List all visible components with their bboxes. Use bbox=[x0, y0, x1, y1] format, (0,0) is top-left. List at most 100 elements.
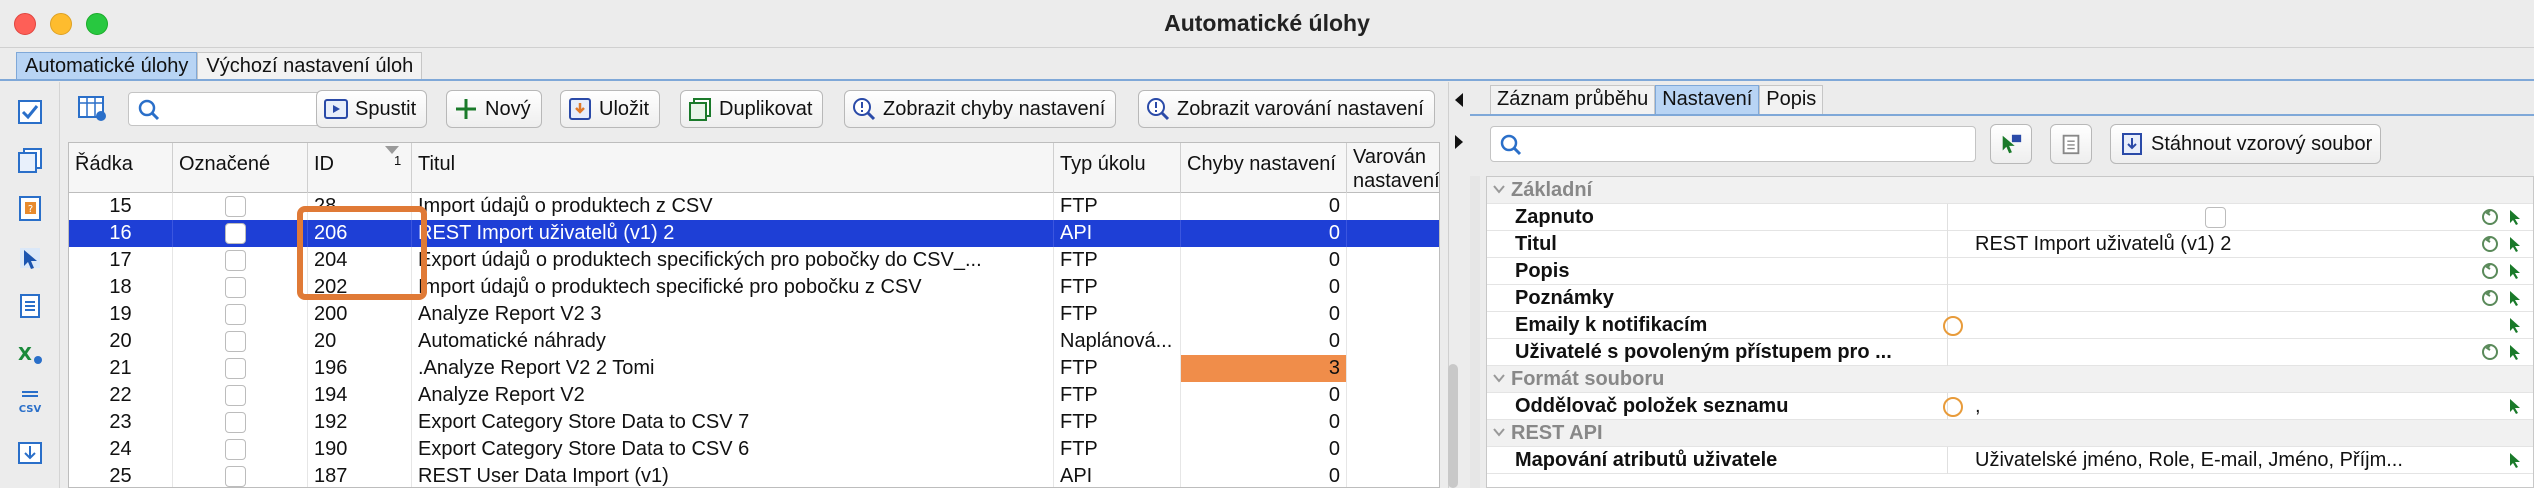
table-row[interactable]: 23 192 Export Category Store Data to CSV… bbox=[69, 409, 1439, 436]
property-value-input[interactable] bbox=[1975, 312, 2455, 339]
property-row-oddelovac[interactable]: Oddělovač položek seznamu , bbox=[1487, 393, 2533, 420]
marked-checkbox[interactable] bbox=[225, 439, 246, 460]
pick-icon[interactable] bbox=[2507, 235, 2525, 253]
property-row-mapovani[interactable]: Mapování atributů uživatele Uživatelské … bbox=[1487, 447, 2533, 474]
column-header-id[interactable]: ID 1 bbox=[308, 143, 412, 193]
property-row-emaily[interactable]: Emaily k notifikacím bbox=[1487, 312, 2533, 339]
table-row[interactable]: 24 190 Export Category Store Data to CSV… bbox=[69, 436, 1439, 463]
table-row[interactable]: 15 28 Import údajů o produktech z CSV FT… bbox=[69, 193, 1439, 220]
property-group-rest-api[interactable]: REST API bbox=[1487, 420, 2533, 447]
reset-icon[interactable] bbox=[2481, 235, 2499, 253]
download-sample-file-button[interactable]: Stáhnout vzorový soubor bbox=[2110, 124, 2382, 164]
pick-icon[interactable] bbox=[2507, 289, 2525, 307]
table-row[interactable]: 20 20 Automatické náhrady Naplánová... 0 bbox=[69, 328, 1439, 355]
tab-nastaveni[interactable]: Nastavení bbox=[1655, 85, 1760, 115]
tab-popis[interactable]: Popis bbox=[1759, 85, 1824, 115]
checklist-icon[interactable] bbox=[14, 96, 46, 128]
table-settings-icon[interactable] bbox=[76, 92, 108, 124]
select-tool-button[interactable] bbox=[1990, 124, 2032, 164]
marked-checkbox[interactable] bbox=[225, 196, 246, 217]
property-value-input[interactable] bbox=[1975, 258, 2455, 285]
tab-underline bbox=[0, 79, 2534, 81]
excel-export-icon[interactable]: X bbox=[14, 338, 46, 370]
window-title: Automatické úlohy bbox=[1164, 10, 1370, 36]
property-group-format-souboru[interactable]: Formát souboru bbox=[1487, 366, 2533, 393]
marked-checkbox[interactable] bbox=[225, 466, 246, 487]
marked-checkbox[interactable] bbox=[225, 385, 246, 406]
pick-icon[interactable] bbox=[2507, 397, 2525, 415]
reset-icon[interactable] bbox=[2481, 289, 2499, 307]
chevron-down-icon[interactable] bbox=[1493, 185, 1505, 195]
property-value-input[interactable]: , bbox=[1975, 393, 2455, 420]
table-row[interactable]: 18 202 Import údajů o produktech specifi… bbox=[69, 274, 1439, 301]
copy-settings-button[interactable] bbox=[2050, 124, 2092, 164]
document-list-icon[interactable] bbox=[14, 290, 46, 322]
enabled-checkbox[interactable] bbox=[2205, 207, 2226, 228]
property-row-zapnuto[interactable]: Zapnuto bbox=[1487, 204, 2533, 231]
cursor-select-icon[interactable] bbox=[14, 242, 46, 274]
duplicate-button[interactable]: Duplikovat bbox=[680, 90, 824, 128]
new-button[interactable]: Nový bbox=[446, 90, 542, 128]
title-cell: Export Category Store Data to CSV 6 bbox=[412, 436, 1054, 463]
property-row-popis[interactable]: Popis bbox=[1487, 258, 2533, 285]
table-row[interactable]: 22 194 Analyze Report V2 FTP 0 bbox=[69, 382, 1439, 409]
tab-automaticke-ulohy[interactable]: Automatické úlohy bbox=[16, 52, 198, 80]
import-icon[interactable] bbox=[14, 436, 46, 468]
column-header-titul[interactable]: Titul bbox=[412, 143, 1054, 193]
property-value-input[interactable] bbox=[1975, 339, 2455, 366]
pick-icon[interactable] bbox=[2507, 208, 2525, 226]
tab-vychozi-nastaveni-uloh[interactable]: Výchozí nastavení úloh bbox=[197, 52, 423, 80]
show-errors-button[interactable]: Zobrazit chyby nastavení bbox=[844, 90, 1117, 128]
marked-checkbox[interactable] bbox=[225, 277, 246, 298]
save-button[interactable]: Uložit bbox=[560, 90, 661, 128]
inherited-marker-icon[interactable] bbox=[1943, 397, 1963, 417]
search-icon bbox=[138, 99, 160, 121]
pick-icon[interactable] bbox=[2507, 343, 2525, 361]
marked-checkbox[interactable] bbox=[225, 223, 246, 244]
reset-icon[interactable] bbox=[2481, 262, 2499, 280]
property-value-input[interactable] bbox=[1975, 285, 2455, 312]
type-cell: FTP bbox=[1054, 193, 1181, 220]
copy-icon[interactable] bbox=[14, 144, 46, 176]
marked-checkbox[interactable] bbox=[225, 331, 246, 352]
marked-checkbox[interactable] bbox=[225, 412, 246, 433]
collapse-right-icon[interactable] bbox=[1453, 134, 1465, 150]
chevron-down-icon[interactable] bbox=[1493, 428, 1505, 438]
marked-checkbox[interactable] bbox=[225, 304, 246, 325]
property-row-uzivatele[interactable]: Uživatelé s povoleným přístupem pro ... bbox=[1487, 339, 2533, 366]
property-value-input[interactable]: REST Import uživatelů (v1) 2 bbox=[1975, 231, 2455, 258]
help-document-icon[interactable]: ? bbox=[14, 192, 46, 224]
pick-icon[interactable] bbox=[2507, 316, 2525, 334]
chevron-down-icon[interactable] bbox=[1493, 374, 1505, 384]
settings-search-input[interactable] bbox=[1490, 126, 1976, 162]
marked-checkbox[interactable] bbox=[225, 250, 246, 271]
table-row[interactable]: 19 200 Analyze Report V2 3 FTP 0 bbox=[69, 301, 1439, 328]
pick-icon[interactable] bbox=[2507, 451, 2525, 469]
property-value-input[interactable]: Uživatelské jméno, Role, E-mail, Jméno, … bbox=[1975, 447, 2455, 474]
property-row-titul[interactable]: Titul REST Import uživatelů (v1) 2 bbox=[1487, 231, 2533, 258]
column-header-typ[interactable]: Typ úkolu bbox=[1054, 143, 1181, 193]
inherited-marker-icon[interactable] bbox=[1943, 316, 1963, 336]
property-group-zakladni[interactable]: Základní bbox=[1487, 177, 2533, 204]
reset-icon[interactable] bbox=[2481, 343, 2499, 361]
plus-icon bbox=[456, 99, 476, 119]
table-row[interactable]: 25 187 REST User Data Import (v1) API 0 bbox=[69, 463, 1439, 487]
run-button[interactable]: Spustit bbox=[316, 90, 428, 128]
pick-icon[interactable] bbox=[2507, 262, 2525, 280]
reset-icon[interactable] bbox=[2481, 208, 2499, 226]
show-warnings-button[interactable]: Zobrazit varování nastavení bbox=[1138, 90, 1435, 128]
table-vertical-scrollbar[interactable] bbox=[1448, 364, 1458, 488]
column-header-oznacene[interactable]: Označené bbox=[173, 143, 308, 193]
table-row[interactable]: 17 204 Export údajů o produktech specifi… bbox=[69, 247, 1439, 274]
table-row-selected[interactable]: 16 206 REST Import uživatelů (v1) 2 API … bbox=[69, 220, 1439, 247]
csv-export-icon[interactable]: CSV bbox=[14, 386, 46, 418]
row-number: 15 bbox=[69, 193, 173, 220]
column-header-chyby[interactable]: Chyby nastavení bbox=[1181, 143, 1347, 193]
table-row[interactable]: 21 196 .Analyze Report V2 2 Tomi FTP 3 bbox=[69, 355, 1439, 382]
property-row-poznamky[interactable]: Poznámky bbox=[1487, 285, 2533, 312]
column-header-varovani[interactable]: Varován nastavení bbox=[1347, 143, 1439, 193]
tab-zaznam-prubehu[interactable]: Záznam průběhu bbox=[1490, 85, 1656, 115]
column-header-radka[interactable]: Řádka bbox=[69, 143, 173, 193]
collapse-left-icon[interactable] bbox=[1453, 92, 1465, 108]
marked-checkbox[interactable] bbox=[225, 358, 246, 379]
